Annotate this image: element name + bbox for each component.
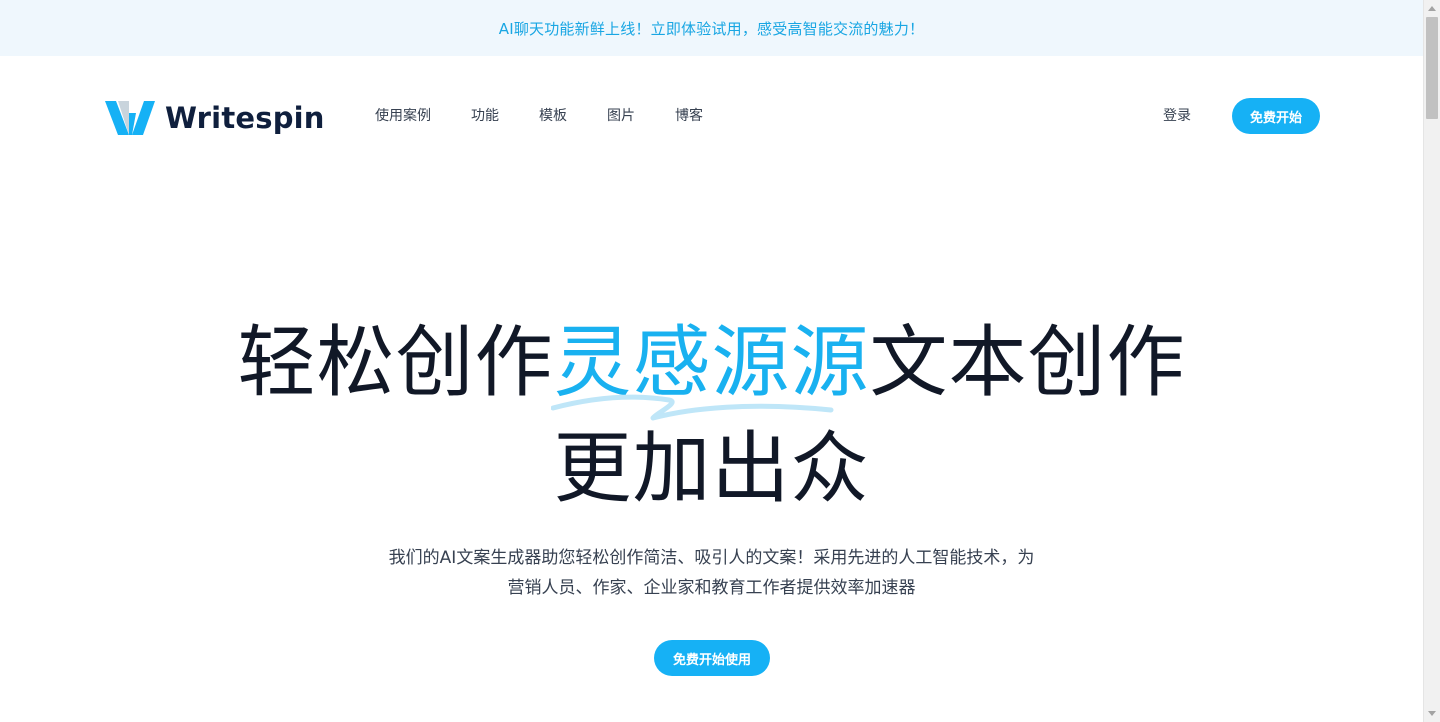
announcement-bar[interactable]: AI聊天功能新鲜上线！立即体验试用，感受高智能交流的魅力！	[0, 0, 1423, 56]
nav-item-templates[interactable]: 模板	[539, 106, 567, 126]
announcement-text[interactable]: AI聊天功能新鲜上线！立即体验试用，感受高智能交流的魅力！	[499, 18, 925, 39]
hero-subtitle-line1: 我们的AI文案生成器助您轻松创作简洁、吸引人的文案！采用先进的人工智能技术，为	[388, 548, 1035, 568]
page-scrollbar[interactable]	[1423, 0, 1440, 722]
hero-title-line1: 轻松创作灵感源源 文本创作	[0, 318, 1423, 421]
hero-subtitle-line2: 营销人员、作家、企业家和教育工作者提供效率加速器	[507, 578, 916, 598]
main-nav: 使用案例 功能 模板 图片 博客	[375, 106, 743, 126]
scroll-up-arrow-icon[interactable]	[1428, 6, 1436, 11]
hero-title-line2: 更加出众	[553, 424, 870, 514]
scroll-down-arrow-icon[interactable]	[1428, 711, 1436, 716]
hero-subtitle: 我们的AI文案生成器助您轻松创作简洁、吸引人的文案！采用先进的人工智能技术，为 …	[0, 543, 1423, 603]
scroll-thumb[interactable]	[1426, 17, 1438, 119]
nav-item-features[interactable]: 功能	[471, 106, 499, 126]
page: AI聊天功能新鲜上线！立即体验试用，感受高智能交流的魅力！ Writespin …	[0, 0, 1423, 722]
writespin-logo-icon	[105, 101, 155, 135]
hero-title-highlight: 灵感源源	[551, 318, 870, 421]
start-free-button[interactable]: 免费开始	[1232, 98, 1320, 134]
hero-title-part1: 轻松创作	[237, 318, 554, 408]
site-header: Writespin 使用案例 功能 模板 图片 博客 登录 免费开始	[0, 56, 1423, 176]
login-link[interactable]: 登录	[1163, 106, 1191, 126]
hero-title-part2: 文本创作	[869, 318, 1186, 408]
logo-text: Writespin	[165, 101, 325, 135]
nav-item-use-cases[interactable]: 使用案例	[375, 106, 431, 126]
nav-item-blog[interactable]: 博客	[675, 106, 703, 126]
nav-item-images[interactable]: 图片	[607, 106, 635, 126]
hero-title-highlight-text: 灵感源源	[553, 318, 870, 408]
start-free-use-button[interactable]: 免费开始使用	[654, 640, 770, 676]
logo[interactable]: Writespin	[105, 98, 325, 138]
